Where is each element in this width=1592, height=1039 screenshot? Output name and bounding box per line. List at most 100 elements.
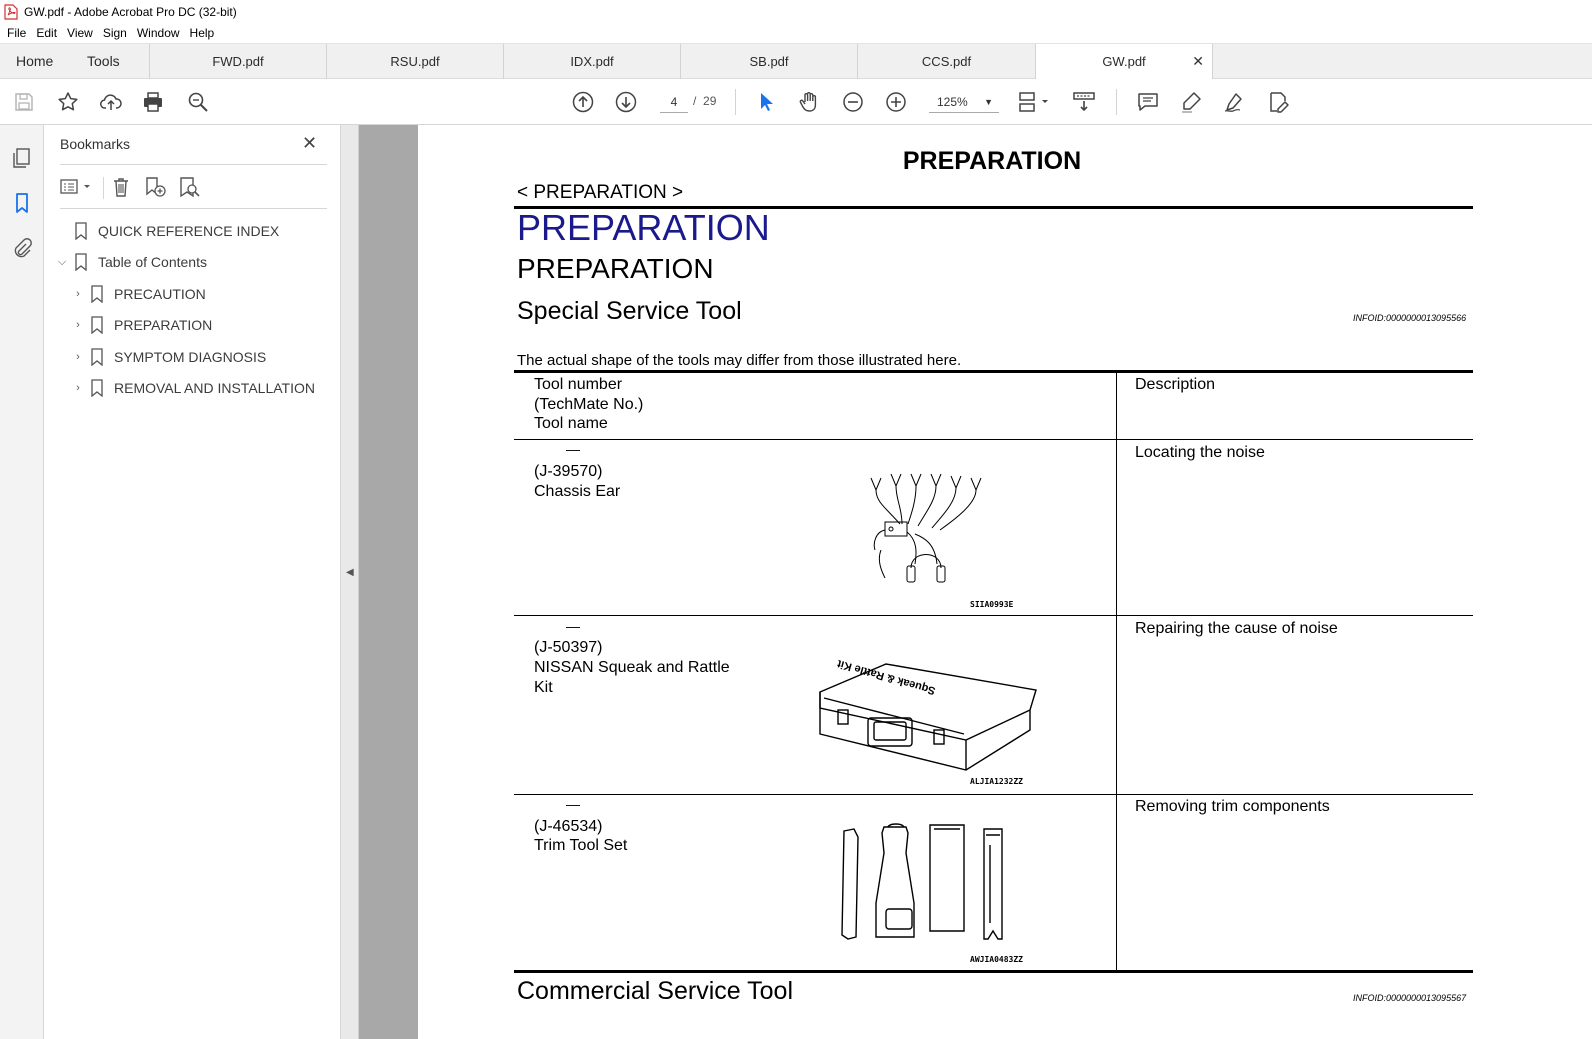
chevron-right-icon[interactable]: › [70,319,86,331]
save-icon[interactable] [11,89,37,115]
menu-sign[interactable]: Sign [98,26,132,40]
edit-icon[interactable] [1265,89,1291,115]
bookmark-item[interactable]: ⌵ Table of Contents [54,251,207,273]
tab-tools[interactable]: Tools [87,44,120,79]
zoom-in-icon[interactable] [883,89,909,115]
document-viewport[interactable]: PREPARATION < PREPARATION > PREPARATION … [359,125,1592,1039]
tool-dash: — [566,618,580,634]
row-divider [514,615,1473,616]
next-section-title: Commercial Service Tool [517,977,794,1005]
bookmark-item[interactable]: › PRECAUTION [70,283,206,305]
bookmarks-header: Bookmarks [60,136,131,152]
subsection-title: Special Service Tool [517,297,742,325]
comment-icon[interactable] [1135,89,1161,115]
pdf-page: PREPARATION < PREPARATION > PREPARATION … [418,125,1592,1039]
scroll-mode-icon[interactable] [1071,89,1097,115]
star-icon[interactable] [55,89,81,115]
tool-number: (J-39570) [534,463,603,480]
page-count: / 29 [693,94,716,108]
menu-bar: File Edit View Sign Window Help [0,23,1592,43]
table-header-tool: Tool number (TechMate No.) Tool name [534,375,643,434]
select-cursor-icon[interactable] [753,89,779,115]
page-separator: / [693,94,697,108]
squeak-rattle-kit-illustration: Squeak & Rattle Kit [819,660,1037,771]
tool-number: (J-50397) [534,639,603,656]
bookmark-item[interactable]: › PREPARATION [70,314,212,336]
doc-tab-ccs[interactable]: CCS.pdf [858,44,1036,79]
info-id: INFOID:0000000013095566 [1353,313,1467,323]
page-header: PREPARATION [902,147,1082,175]
close-panel-icon[interactable]: ✕ [302,133,317,154]
bookmark-item[interactable]: › REMOVAL AND INSTALLATION [70,377,315,399]
tab-home[interactable]: Home [16,44,53,79]
left-rail [0,125,44,1039]
table-header-description: Description [1135,376,1216,393]
tool-description: Repairing the cause of noise [1135,620,1338,637]
zoom-out-icon[interactable] [840,89,866,115]
bookmark-icon [91,285,103,303]
print-icon[interactable] [140,89,166,115]
delete-bookmark-icon[interactable] [109,175,133,199]
doc-tab-label: FWD.pdf [212,54,264,69]
chevron-right-icon[interactable]: › [70,288,86,300]
bookmark-icon [91,316,103,334]
doc-tab-label: GW.pdf [1102,54,1146,69]
section-heading: PREPARATION [517,253,714,284]
bookmark-properties-icon[interactable] [177,175,201,199]
collapse-panel-icon[interactable]: ◀ [346,567,354,578]
bookmark-label: SYMPTOM DIAGNOSIS [114,349,267,365]
menu-help[interactable]: Help [185,26,220,40]
page-down-icon[interactable] [613,89,639,115]
doc-tab-sb[interactable]: SB.pdf [681,44,858,79]
table-bottom-rule [514,970,1473,973]
sign-icon[interactable] [1221,89,1247,115]
row-divider [514,794,1473,795]
figure-code: AWJIA0483ZZ [970,955,1023,964]
chevron-right-icon[interactable]: › [70,351,86,363]
section-heading-blue: PREPARATION [517,207,770,248]
zoom-select[interactable]: 125% ▼ [929,91,999,113]
note-text: The actual shape of the tools may differ… [517,352,962,369]
close-tab-icon[interactable]: ✕ [1192,44,1204,79]
bookmark-label: REMOVAL AND INSTALLATION [114,380,315,396]
doc-tab-rsu[interactable]: RSU.pdf [327,44,504,79]
upload-icon[interactable] [98,89,124,115]
doc-tab-fwd[interactable]: FWD.pdf [150,44,327,79]
doc-tab-idx[interactable]: IDX.pdf [504,44,681,79]
bookmark-item[interactable]: QUICK REFERENCE INDEX [74,220,279,242]
page-number-input[interactable] [660,91,688,113]
menu-file[interactable]: File [2,26,31,40]
divider [60,208,327,209]
bookmark-panel-icon[interactable] [9,190,35,216]
tool-name: Kit [534,679,553,696]
breadcrumb: < PREPARATION > [517,182,684,203]
toolbar-divider [735,89,736,115]
page-layout-icon[interactable] [1016,89,1052,115]
menu-edit[interactable]: Edit [31,26,62,40]
bookmark-icon [75,222,87,240]
row-divider [514,439,1473,440]
tab-bar: Home Tools FWD.pdf RSU.pdf IDX.pdf SB.pd… [0,43,1592,80]
attachment-icon[interactable] [9,235,35,261]
doc-tab-label: IDX.pdf [570,54,614,69]
page-up-icon[interactable] [570,89,596,115]
menu-view[interactable]: View [62,26,98,40]
tool-number: (J-46534) [534,818,603,835]
menu-window[interactable]: Window [132,26,185,40]
tool-description: Locating the noise [1135,444,1265,461]
zoom-search-icon[interactable] [185,89,211,115]
chevron-right-icon[interactable]: › [70,382,86,394]
highlight-icon[interactable] [1178,89,1204,115]
add-bookmark-icon[interactable] [143,175,167,199]
table-column-divider [1116,373,1117,971]
chevron-down-icon[interactable]: ⌵ [54,256,70,269]
bookmark-options-icon[interactable] [58,175,96,199]
bookmarks-panel: Bookmarks ✕ QUICK REFERENCE INDEX ⌵ Tabl… [44,125,341,1039]
panel-splitter[interactable]: ◀ [341,125,359,1039]
hand-icon[interactable] [796,89,822,115]
page-thumbnails-icon[interactable] [9,145,35,171]
bookmark-item[interactable]: › SYMPTOM DIAGNOSIS [70,346,266,368]
tool-description: Removing trim components [1135,798,1330,815]
doc-tab-gw[interactable]: GW.pdf ✕ [1036,44,1213,80]
bookmark-icon [75,253,87,271]
